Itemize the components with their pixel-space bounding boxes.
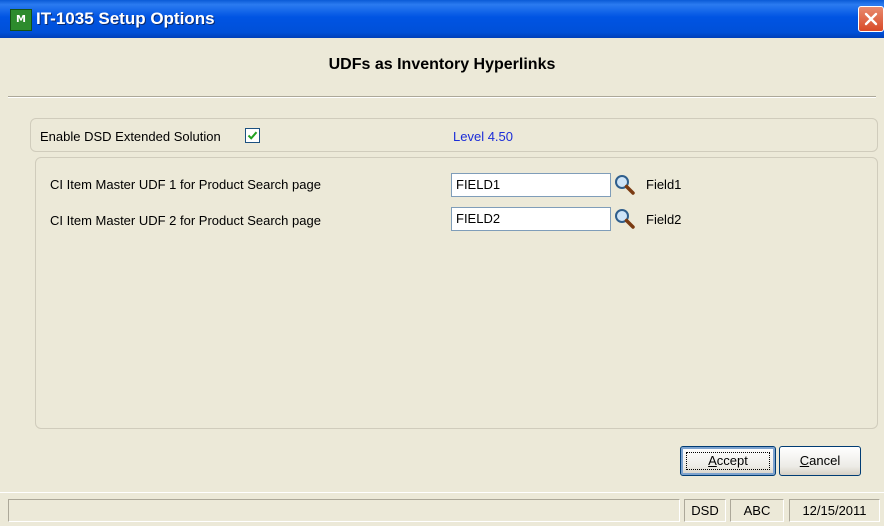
page-heading: UDFs as Inventory Hyperlinks bbox=[328, 56, 556, 73]
level-label: Level 4.50 bbox=[453, 129, 513, 144]
status-bar: DSD ABC 12/15/2011 bbox=[0, 492, 884, 526]
udf2-lookup-button[interactable] bbox=[613, 207, 637, 231]
cancel-mnemonic: C bbox=[799, 453, 810, 468]
accept-button[interactable]: Accept bbox=[680, 446, 776, 476]
udf1-label: CI Item Master UDF 1 for Product Search … bbox=[50, 177, 321, 192]
udf1-input[interactable]: FIELD1 bbox=[451, 173, 611, 197]
setup-options-window: M IT-1035 Setup Options UDFs as Inventor… bbox=[0, 0, 884, 526]
udf1-description: Field1 bbox=[646, 177, 682, 192]
cancel-button[interactable]: Cancel bbox=[779, 446, 861, 476]
close-icon bbox=[864, 12, 878, 26]
title-bar[interactable]: M IT-1035 Setup Options bbox=[0, 0, 884, 38]
udf2-input[interactable]: FIELD2 bbox=[451, 207, 611, 231]
focus-rectangle bbox=[686, 452, 770, 470]
status-main-pane bbox=[8, 499, 680, 522]
udf-panel bbox=[35, 157, 878, 429]
udf2-label: CI Item Master UDF 2 for Product Search … bbox=[50, 213, 321, 228]
magnifier-icon bbox=[615, 175, 635, 195]
status-company-code: DSD bbox=[684, 499, 726, 522]
magnifier-icon bbox=[615, 209, 635, 229]
window-title: IT-1035 Setup Options bbox=[36, 9, 215, 28]
status-company: ABC bbox=[730, 499, 784, 522]
udf1-lookup-button[interactable] bbox=[613, 173, 637, 197]
close-button[interactable] bbox=[858, 6, 884, 32]
app-icon: M bbox=[10, 9, 32, 31]
checkmark-icon bbox=[247, 131, 258, 140]
heading-divider bbox=[8, 96, 876, 98]
udf2-description: Field2 bbox=[646, 212, 682, 227]
cancel-label: ancel bbox=[809, 453, 841, 468]
enable-dsd-label: Enable DSD Extended Solution bbox=[40, 129, 221, 144]
status-date: 12/15/2011 bbox=[789, 499, 880, 522]
enable-dsd-checkbox[interactable] bbox=[245, 128, 260, 143]
